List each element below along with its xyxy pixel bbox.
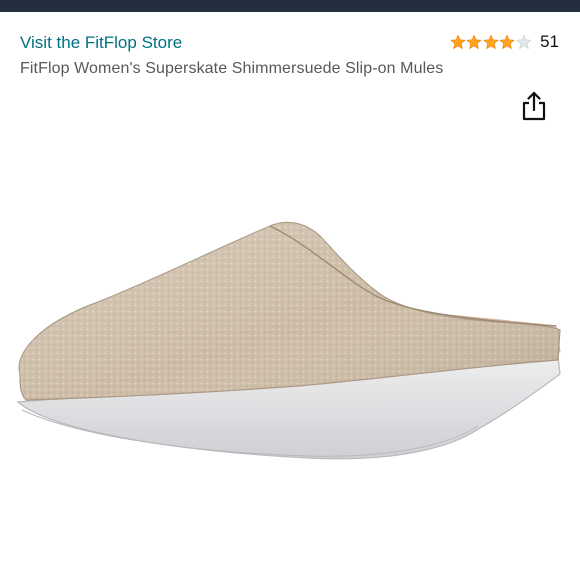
rating-summary[interactable]: 51 xyxy=(449,32,559,52)
star-filled-icon xyxy=(482,34,499,50)
product-image[interactable] xyxy=(8,214,572,474)
visit-store-link[interactable]: Visit the FitFlop Store xyxy=(20,33,182,53)
star-filled-icon xyxy=(466,34,482,50)
product-title: FitFlop Women's Superskate Shimmersuede … xyxy=(20,60,444,77)
rating-count: 51 xyxy=(540,32,559,51)
star-empty-icon xyxy=(515,34,532,50)
top-navigation-bar xyxy=(0,0,580,12)
star-filled-icon xyxy=(449,34,466,50)
star-rating xyxy=(449,34,533,50)
star-filled-icon xyxy=(499,34,515,50)
share-icon[interactable] xyxy=(520,90,548,122)
